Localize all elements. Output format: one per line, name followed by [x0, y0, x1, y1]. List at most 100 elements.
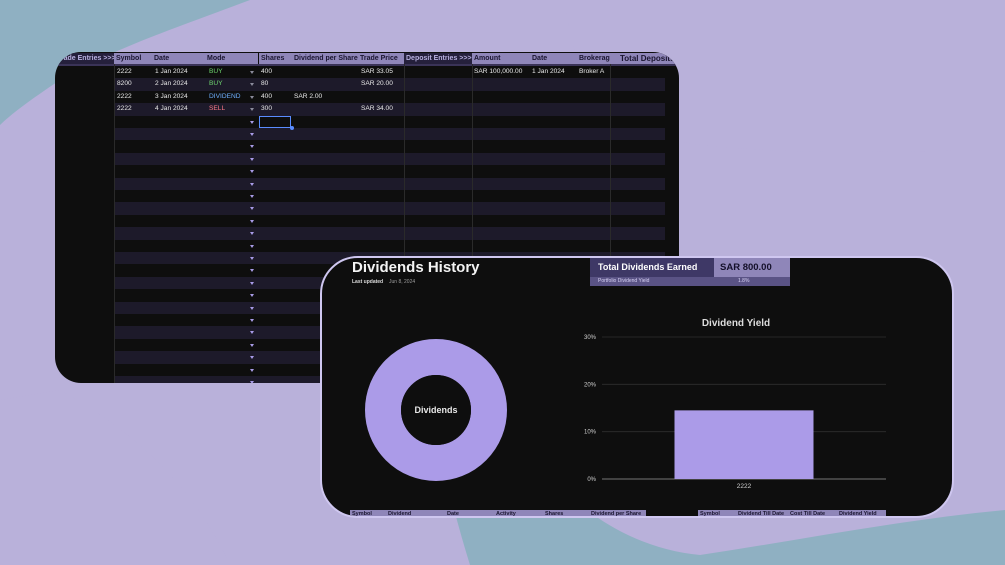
header-mode[interactable]: Mode — [205, 53, 258, 64]
table-row[interactable] — [114, 239, 665, 252]
chevron-down-icon[interactable] — [250, 232, 254, 236]
header-deposit-entries: Deposit Entries >>> — [404, 53, 472, 64]
header-shares[interactable]: Shares — [259, 53, 292, 64]
header-date[interactable]: Date — [152, 53, 205, 64]
selected-cell[interactable] — [259, 116, 291, 128]
table-row[interactable] — [114, 177, 665, 190]
table-row[interactable] — [114, 165, 665, 178]
y-tick-label: 20% — [584, 382, 597, 388]
total-dividends-panel: Total Dividends Earned SAR 800.00 — [590, 258, 790, 277]
trade-mode-cell[interactable]: BUY — [209, 66, 223, 78]
column-header[interactable]: Dividend Yield — [839, 510, 877, 516]
header-dividend-per-share[interactable]: Dividend per Share — [292, 53, 358, 64]
dividend-yield-bar-chart: Dividend Yield 0% 10% 20% 30% 2222 — [584, 318, 886, 490]
trade-mode-cell[interactable]: DIVIDEND — [209, 91, 241, 103]
column-header[interactable]: Symbol — [700, 510, 720, 516]
fill-handle[interactable] — [290, 126, 294, 130]
chevron-down-icon[interactable] — [250, 244, 254, 248]
portfolio-yield-value: 1.8% — [738, 278, 750, 284]
trade-shares-cell[interactable]: 80 — [261, 78, 268, 90]
column-header[interactable]: Activity — [496, 510, 516, 516]
deposit-date-cell[interactable]: 1 Jan 2024 — [532, 66, 565, 78]
trade-price-cell[interactable]: SAR 33.05 — [361, 66, 393, 78]
column-header[interactable]: Symbol — [352, 510, 372, 516]
column-header[interactable]: Shares — [545, 510, 563, 516]
chevron-down-icon[interactable] — [250, 120, 254, 124]
column-header[interactable]: Cost Till Date — [790, 510, 825, 516]
chevron-down-icon[interactable] — [250, 145, 254, 149]
portfolio-yield-label: Portfolio Dividend Yield — [598, 278, 650, 284]
chevron-down-icon[interactable] — [250, 257, 254, 260]
trade-symbol-cell[interactable]: 2222 — [117, 66, 132, 78]
column-divider — [114, 64, 115, 383]
trade-price-cell[interactable]: SAR 34.00 — [361, 103, 393, 115]
chevron-down-icon[interactable] — [250, 83, 254, 87]
table-row[interactable] — [114, 115, 665, 128]
total-dividends-label: Total Dividends Earned — [598, 262, 698, 272]
chevron-down-icon[interactable] — [250, 182, 254, 186]
chevron-down-icon[interactable] — [250, 294, 254, 298]
trade-date-cell[interactable]: 1 Jan 2024 — [155, 66, 188, 78]
trade-date-cell[interactable]: 4 Jan 2024 — [155, 103, 188, 115]
chevron-down-icon[interactable] — [250, 343, 254, 347]
table-row[interactable] — [114, 202, 665, 215]
chevron-down-icon[interactable] — [250, 331, 254, 335]
table-row[interactable] — [114, 214, 665, 228]
deposit-amount-cell[interactable]: SAR 100,000.00 — [474, 66, 522, 78]
chevron-down-icon[interactable] — [250, 281, 254, 285]
table-row[interactable] — [114, 90, 665, 104]
column-header[interactable]: Dividend per Share — [591, 510, 641, 516]
y-tick-label: 30% — [584, 335, 597, 341]
header-brokerage[interactable]: Brokerage — [577, 53, 610, 64]
chevron-down-icon[interactable] — [250, 157, 254, 161]
chevron-down-icon[interactable] — [250, 133, 254, 136]
chart-bars: 2222 — [674, 410, 814, 490]
chevron-down-icon[interactable] — [250, 207, 254, 211]
deposit-brokerage-cell[interactable]: Broker A — [579, 66, 604, 78]
chevron-down-icon[interactable] — [250, 356, 254, 360]
table-row[interactable] — [114, 190, 665, 203]
column-header[interactable]: Dividend Till Date — [738, 510, 784, 516]
chevron-down-icon[interactable] — [250, 71, 254, 74]
table-row[interactable] — [114, 128, 665, 141]
chevron-down-icon[interactable] — [250, 95, 254, 99]
header-symbol[interactable]: Symbol — [114, 53, 152, 64]
table-row[interactable] — [114, 140, 665, 153]
dividends-donut-chart: Dividends — [365, 339, 507, 481]
chevron-down-icon[interactable] — [250, 368, 254, 372]
trade-shares-cell[interactable]: 400 — [261, 66, 272, 78]
last-updated-label: Last updated — [352, 279, 384, 285]
bar[interactable] — [674, 410, 814, 479]
chevron-down-icon[interactable] — [250, 306, 254, 310]
trade-date-cell[interactable]: 3 Jan 2024 — [155, 91, 188, 103]
chevron-down-icon[interactable] — [250, 219, 254, 223]
yield-table-header: Symbol Dividend Till Date Cost Till Date Di… — [698, 510, 886, 516]
chevron-down-icon[interactable] — [250, 108, 254, 112]
trade-date-cell[interactable]: 2 Jan 2024 — [155, 78, 188, 90]
trade-dps-cell[interactable]: SAR 2.00 — [294, 91, 322, 103]
trade-price-cell[interactable]: SAR 20.00 — [361, 78, 393, 90]
header-total-deposits[interactable]: Total Deposits — [610, 53, 679, 64]
table-row[interactable] — [114, 227, 665, 240]
chevron-down-icon[interactable] — [250, 381, 254, 383]
trade-mode-cell[interactable]: SELL — [209, 103, 225, 115]
column-header[interactable]: Date — [447, 510, 459, 516]
chevron-down-icon[interactable] — [250, 319, 254, 322]
chart-title: Dividend Yield — [702, 318, 770, 329]
column-header[interactable]: Dividend — [388, 510, 411, 516]
chevron-down-icon[interactable] — [250, 170, 254, 174]
header-trade-price[interactable]: Trade Price — [358, 53, 404, 64]
chevron-down-icon[interactable] — [250, 195, 254, 198]
chevron-down-icon[interactable] — [250, 269, 254, 273]
trade-shares-cell[interactable]: 300 — [261, 103, 272, 115]
trade-symbol-cell[interactable]: 2222 — [117, 91, 132, 103]
trade-symbol-cell[interactable]: 2222 — [117, 103, 132, 115]
header-trade-entries: Trade Entries >>> — [55, 53, 114, 64]
header-amount[interactable]: Amount — [472, 53, 530, 64]
trade-shares-cell[interactable]: 400 — [261, 91, 272, 103]
dividends-dashboard: Dividends History Last updated Jun 8, 20… — [320, 256, 954, 518]
table-row[interactable] — [114, 152, 665, 166]
trade-mode-cell[interactable]: BUY — [209, 78, 223, 90]
header-deposit-date[interactable]: Date — [530, 53, 577, 64]
trade-symbol-cell[interactable]: 8200 — [117, 78, 132, 90]
